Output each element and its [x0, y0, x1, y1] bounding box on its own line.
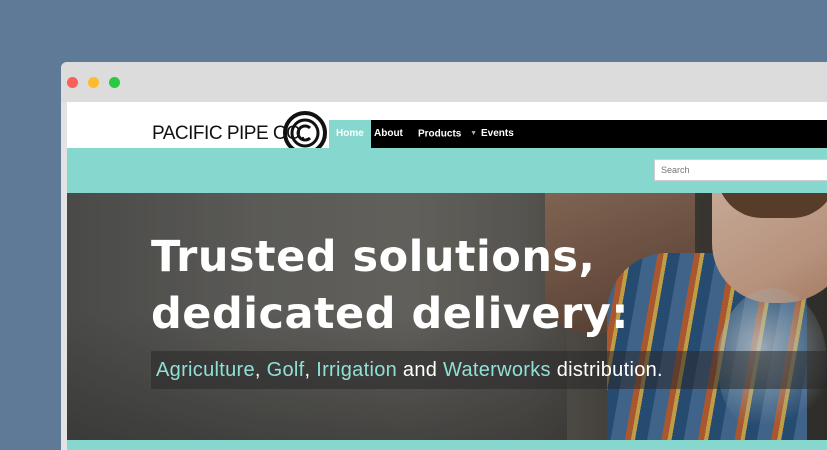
hero-link-golf[interactable]: Golf — [267, 359, 305, 381]
hero-sub-tail: distribution. — [550, 359, 663, 381]
browser-window: PACIFIC PIPE CO. Home About Products ▼ E… — [61, 62, 827, 450]
nav-products-label: Products — [418, 128, 462, 140]
nav-events[interactable]: Events — [474, 120, 521, 148]
nav-home[interactable]: Home — [329, 120, 371, 148]
maximize-window-button[interactable] — [109, 77, 120, 88]
hero-headline-line1: Trusted solutions, — [151, 232, 596, 282]
web-page: PACIFIC PIPE CO. Home About Products ▼ E… — [67, 102, 827, 450]
close-window-button[interactable] — [67, 77, 78, 88]
hero-link-agriculture[interactable]: Agriculture — [156, 359, 255, 381]
window-titlebar — [61, 62, 827, 102]
hero-subheading: Agriculture, Golf, Irrigation and Waterw… — [151, 351, 827, 389]
nav-events-label: Events — [481, 128, 514, 139]
footer-band — [67, 440, 827, 450]
hero-headline-line2: dedicated delivery: — [151, 289, 629, 339]
hero-sub-sep2: , — [304, 359, 317, 381]
nav-about-label: About — [374, 128, 403, 139]
hero-sub-and: and — [397, 359, 444, 381]
hero-headline: Trusted solutions, dedicated delivery: — [151, 229, 751, 343]
hero-link-waterworks[interactable]: Waterworks — [443, 359, 551, 381]
search-input[interactable] — [654, 159, 827, 181]
hero-link-irrigation[interactable]: Irrigation — [316, 359, 397, 381]
main-nav: Home About Products ▼ Events — [329, 120, 827, 148]
hero-sub-sep1: , — [254, 359, 267, 381]
nav-about[interactable]: About — [367, 120, 410, 148]
hero-banner: Trusted solutions, dedicated delivery: A… — [67, 193, 827, 440]
minimize-window-button[interactable] — [88, 77, 99, 88]
nav-home-label: Home — [336, 128, 364, 139]
